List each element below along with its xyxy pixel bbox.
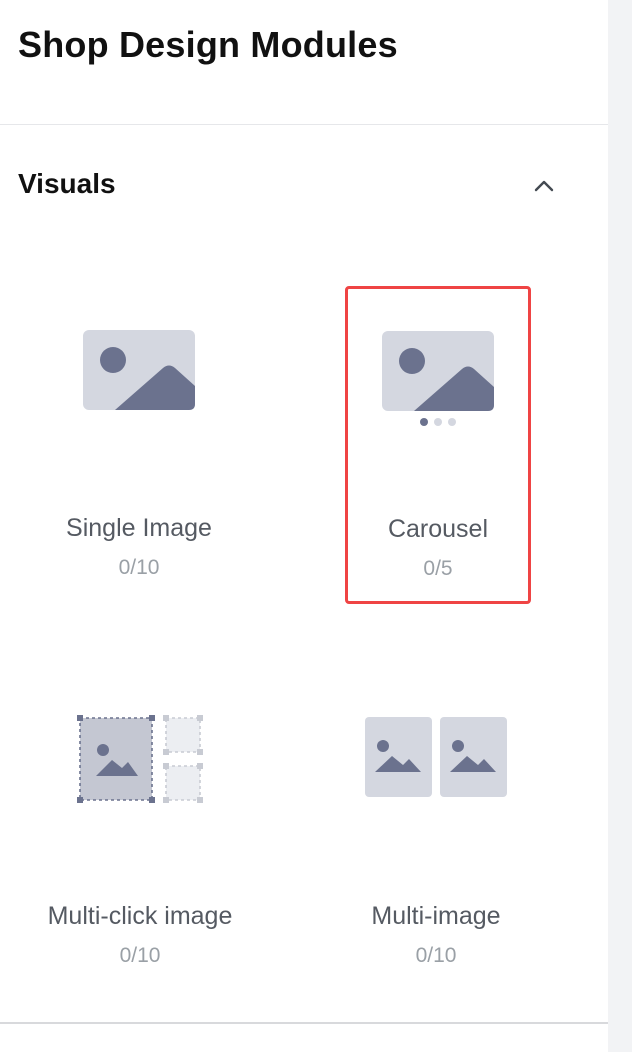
module-label: Carousel bbox=[387, 515, 489, 543]
page: Shop Design Modules Visuals Single Image… bbox=[0, 0, 632, 1052]
section-title: Visuals bbox=[18, 168, 116, 199]
panel-title: Shop Design Modules bbox=[18, 24, 398, 65]
modules-panel: Shop Design Modules Visuals Single Image… bbox=[0, 0, 608, 1052]
module-multi-click-image[interactable]: Multi-click image 0/10 bbox=[18, 674, 262, 992]
module-count: 0/10 bbox=[118, 556, 160, 579]
section-header-visuals[interactable]: Visuals bbox=[0, 160, 608, 212]
chevron-up-icon[interactable] bbox=[530, 172, 558, 200]
module-label: Multi-image bbox=[371, 902, 501, 930]
multi-image-icon bbox=[365, 717, 507, 797]
carousel-icon bbox=[382, 331, 494, 426]
module-label: Single Image bbox=[66, 514, 212, 542]
image-icon bbox=[83, 330, 195, 410]
section-divider bbox=[0, 1022, 608, 1024]
module-label: Multi-click image bbox=[47, 902, 233, 930]
module-count: 0/10 bbox=[415, 944, 457, 967]
module-count: 0/5 bbox=[423, 557, 453, 580]
module-count: 0/10 bbox=[119, 944, 161, 967]
module-multi-image[interactable]: Multi-image 0/10 bbox=[336, 674, 536, 992]
module-single-image[interactable]: Single Image 0/10 bbox=[46, 286, 232, 604]
right-gutter bbox=[608, 0, 632, 1052]
multi-click-image-icon bbox=[77, 715, 203, 803]
module-carousel[interactable]: Carousel 0/5 bbox=[345, 286, 531, 604]
header-divider bbox=[0, 124, 608, 125]
